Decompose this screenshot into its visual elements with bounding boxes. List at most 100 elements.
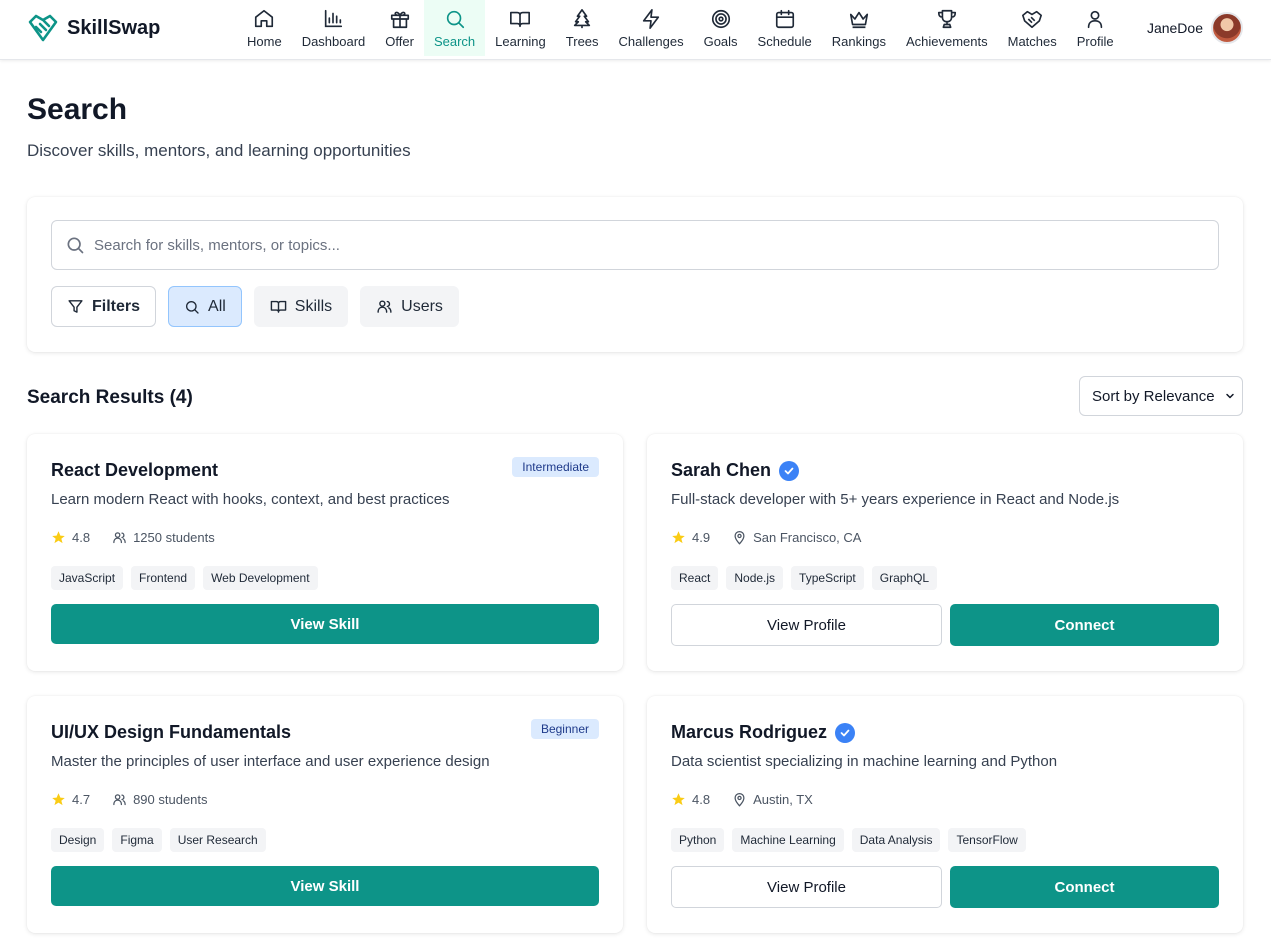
calendar-icon (774, 8, 796, 30)
sort-value: Sort by Relevance (1092, 387, 1215, 405)
nav-item-learning[interactable]: Learning (485, 0, 556, 56)
nav-item-challenges[interactable]: Challenges (609, 0, 694, 56)
search-box[interactable] (51, 220, 1219, 270)
verified-check-icon (835, 722, 856, 743)
filters-button[interactable]: Filters (51, 286, 157, 327)
tag: Design (51, 828, 105, 852)
nav-item-home[interactable]: Home (237, 0, 292, 56)
book-icon (509, 8, 531, 30)
user-menu[interactable]: JaneDoe (1147, 12, 1243, 44)
star-icon (51, 792, 66, 807)
tag: Python (671, 828, 725, 852)
top-nav-bar: SkillSwap Home Dashboard Offer Search Le… (0, 0, 1271, 60)
lightning-icon (640, 8, 662, 30)
nav-item-goals[interactable]: Goals (694, 0, 748, 56)
tab-all[interactable]: All (168, 286, 242, 327)
location-text: San Francisco, CA (753, 530, 862, 545)
tag: JavaScript (51, 566, 124, 590)
sort-select[interactable]: Sort by Relevance (1079, 376, 1243, 416)
rating-value: 4.8 (692, 792, 711, 807)
avatar[interactable] (1211, 12, 1243, 44)
user-card: Sarah Chen Full-stack developer with 5+ … (647, 434, 1243, 671)
nav-item-schedule[interactable]: Schedule (748, 0, 822, 56)
connect-button[interactable]: Connect (950, 604, 1219, 646)
skill-card: UI/UX Design Fundamentals Beginner Maste… (27, 696, 623, 933)
card-title: React Development (51, 460, 219, 480)
nav-item-dashboard[interactable]: Dashboard (292, 0, 376, 56)
tag: GraphQL (871, 566, 938, 590)
tab-users[interactable]: Users (360, 286, 459, 327)
nav-item-offer[interactable]: Offer (375, 0, 424, 56)
view-profile-button[interactable]: View Profile (671, 866, 942, 908)
tag-list: React Node.js TypeScript GraphQL (671, 566, 938, 590)
nav-item-achievements[interactable]: Achievements (896, 0, 998, 56)
handshake-icon (1021, 8, 1043, 30)
tag: TensorFlow (948, 828, 1026, 852)
tag: Frontend (131, 566, 196, 590)
users-icon (112, 792, 127, 807)
brand-logo[interactable]: SkillSwap (27, 13, 160, 43)
user-name: JaneDoe (1146, 20, 1203, 36)
tab-label: Skills (294, 297, 333, 315)
nav-label: Rankings (831, 33, 886, 49)
users-icon (376, 298, 393, 315)
handshake-logo-icon (27, 13, 59, 43)
crown-icon (848, 8, 870, 30)
location-text: Austin, TX (753, 792, 813, 807)
rating-value: 4.7 (72, 792, 91, 807)
card-meta: 4.9 San Francisco, CA (671, 530, 861, 545)
card-title-row: Marcus Rodriguez (671, 722, 856, 743)
nav-item-profile[interactable]: Profile (1067, 0, 1124, 56)
card-description: Full-stack developer with 5+ years exper… (671, 491, 1120, 508)
view-skill-button[interactable]: View Skill (51, 604, 599, 644)
level-badge: Intermediate (512, 457, 599, 477)
tab-skills[interactable]: Skills (253, 286, 349, 327)
gift-icon (389, 8, 411, 30)
nav-item-matches[interactable]: Matches (998, 0, 1067, 56)
rating-value: 4.9 (692, 530, 711, 545)
page-title: Search (27, 93, 128, 126)
search-input[interactable] (94, 236, 1218, 254)
tree-icon (571, 8, 593, 30)
nav-item-trees[interactable]: Trees (556, 0, 609, 56)
card-title: Marcus Rodriguez (671, 722, 828, 742)
trophy-icon (936, 8, 958, 30)
nav-label: Dashboard (301, 33, 366, 49)
tag: Figma (112, 828, 162, 852)
connect-button[interactable]: Connect (950, 866, 1219, 908)
tag-list: Python Machine Learning Data Analysis Te… (671, 828, 1026, 852)
card-description: Learn modern React with hooks, context, … (51, 491, 450, 508)
tag: Node.js (726, 566, 784, 590)
view-skill-button[interactable]: View Skill (51, 866, 599, 906)
chevron-down-icon (1224, 390, 1236, 402)
location-pin-icon (732, 530, 747, 545)
card-title: UI/UX Design Fundamentals (51, 722, 292, 742)
tag: Data Analysis (851, 828, 941, 852)
nav-label: Home (247, 33, 282, 49)
tag: Machine Learning (732, 828, 844, 852)
nav-label: Learning (495, 33, 546, 49)
card-title: Sarah Chen (671, 460, 772, 480)
results-heading: Search Results (4) (27, 387, 193, 408)
location-pin-icon (732, 792, 747, 807)
bar-chart-icon (322, 8, 344, 30)
view-profile-button[interactable]: View Profile (671, 604, 942, 646)
search-icon (444, 8, 466, 30)
search-icon (184, 299, 200, 315)
filter-icon (67, 298, 84, 315)
filter-row: Filters All Skills Users (51, 286, 459, 327)
tag: React (671, 566, 719, 590)
nav-label: Profile (1076, 33, 1114, 49)
search-panel: Filters All Skills Users (27, 197, 1243, 352)
nav-label: Search (433, 33, 476, 49)
search-icon (65, 235, 85, 255)
page-subtitle: Discover skills, mentors, and learning o… (27, 141, 411, 160)
nav-label: Achievements (905, 33, 988, 49)
book-icon (270, 298, 287, 315)
nav-item-rankings[interactable]: Rankings (822, 0, 896, 56)
nav-item-search[interactable]: Search (423, 0, 486, 56)
card-meta: 4.8 Austin, TX (671, 792, 813, 807)
tag: User Research (169, 828, 266, 852)
students-count: 1250 students (133, 530, 215, 545)
user-icon (1084, 8, 1106, 30)
